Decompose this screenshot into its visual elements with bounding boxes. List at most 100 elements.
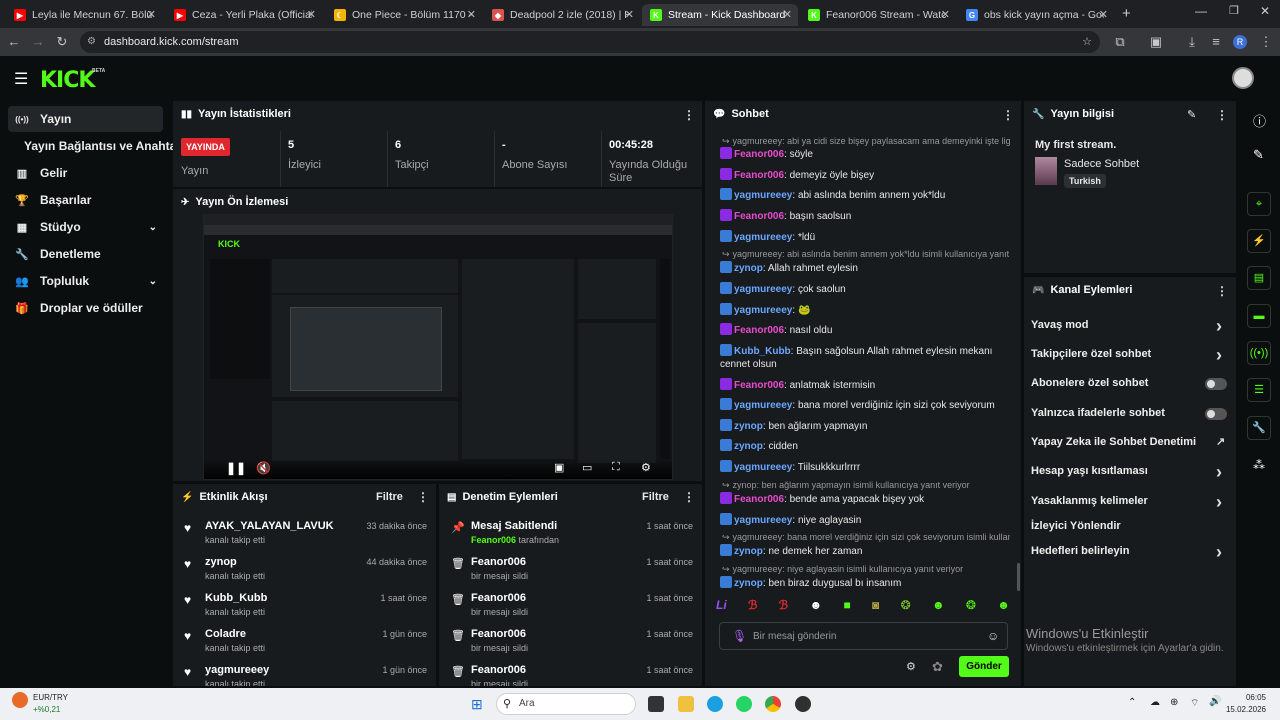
url-input[interactable]: ⚙ dashboard.kick.com/stream ☆ — [80, 31, 1100, 53]
browser-tab[interactable]: Gobs kick yayın açma - Google'd✕ — [958, 4, 1114, 26]
pencil-icon[interactable]: ✎ — [1253, 147, 1264, 163]
sidebar-item[interactable]: ▦ Stüdyo ⌄ — [8, 214, 163, 240]
sidebar-item[interactable]: ((•)) Yayın — [8, 106, 163, 132]
emote-icon[interactable]: ℬ — [748, 598, 757, 616]
chat-username[interactable]: Kubb_Kubb — [734, 346, 791, 357]
chat-username[interactable]: Feanor006 — [734, 170, 784, 181]
broadcast-tool-icon[interactable]: ((•)) — [1247, 341, 1271, 365]
sidebar-item[interactable]: 🏆 Başarılar — [8, 187, 163, 213]
chat-tool-icon[interactable]: ▬ — [1247, 304, 1271, 328]
browser-tab[interactable]: K Stream - Kick Dashboard ✕ — [642, 4, 798, 26]
wifi-icon[interactable]: ⌔ — [1190, 697, 1199, 710]
chat-input[interactable]: 🎙 Bir mesaj gönderin ☺ — [719, 622, 1008, 650]
stream-info-menu-icon[interactable]: ⋮ — [1216, 108, 1228, 122]
lightning-tool-icon[interactable]: ⚡ — [1247, 229, 1271, 253]
chat-username[interactable]: yagmureeey — [734, 232, 792, 243]
whatsapp-icon[interactable] — [736, 696, 752, 712]
info-icon[interactable]: ⓘ — [1253, 111, 1266, 130]
chat-message[interactable]: yagmureeey: bana morel verdiğiniz için s… — [720, 398, 1010, 412]
emote-icon[interactable]: ℬ — [779, 598, 788, 616]
edge-icon[interactable] — [707, 696, 723, 712]
chat-message[interactable]: Feanor006: başın saolsun — [720, 209, 1010, 223]
chat-username[interactable]: zynop — [734, 263, 763, 274]
chat-username[interactable]: Feanor006 — [734, 494, 784, 505]
taskbar-search[interactable]: ⚲ Ara — [496, 693, 636, 715]
profile-avatar[interactable]: R — [1233, 35, 1247, 49]
tab-close-icon[interactable]: ✕ — [941, 8, 950, 21]
maximize-button[interactable]: ❐ — [1229, 4, 1239, 17]
settings-gear-icon[interactable]: ⚙ — [641, 461, 651, 474]
clock-date[interactable]: 15.02.2026 — [1214, 705, 1266, 714]
tab-close-icon[interactable]: ✕ — [1099, 8, 1108, 21]
chat-message[interactable]: Feanor006: nasıl oldu — [720, 323, 1010, 337]
chat-username[interactable]: Feanor006 — [734, 149, 784, 160]
chat-username[interactable]: zynop — [734, 441, 763, 452]
task-view-icon[interactable] — [648, 696, 664, 712]
onedrive-icon[interactable]: ⊕ — [1170, 697, 1178, 708]
chat-username[interactable]: zynop — [734, 421, 763, 432]
chat-message[interactable]: zynop: ben biraz duygusal bı insanım — [720, 576, 1010, 590]
tools-icon[interactable]: ⁂ — [1253, 458, 1265, 472]
clock-time[interactable]: 06:05 — [1224, 693, 1266, 702]
browser-tab[interactable]: ▶ Leyla ile Mecnun 67. Bölüm - Y✕ — [6, 4, 162, 26]
chat-username[interactable]: yagmureeey — [734, 515, 792, 526]
network-icon[interactable]: ☁ — [1150, 697, 1160, 708]
chat-message[interactable]: zynop: cidden — [720, 439, 1010, 453]
chevron-right-icon[interactable]: › — [1216, 462, 1222, 483]
pip-icon[interactable]: ▣ — [554, 461, 564, 474]
chat-message[interactable]: zynop: Allah rahmet eylesin — [720, 261, 1010, 275]
chat-username[interactable]: zynop — [734, 578, 763, 589]
sidebar-item[interactable]: 🎁 Droplar ve ödüller — [8, 295, 163, 321]
camera-focus-icon[interactable]: ⌖ — [1247, 192, 1271, 216]
tab-close-icon[interactable]: ✕ — [625, 8, 634, 21]
moderation-menu-icon[interactable]: ⋮ — [683, 490, 695, 504]
sidebar-item[interactable]: 👥 Topluluk ⌄ — [8, 268, 163, 294]
chat-username[interactable]: yagmureeey — [734, 462, 792, 473]
chat-bot-icon[interactable]: ✿ — [932, 659, 943, 675]
chat-username[interactable]: yagmureeey — [734, 284, 792, 295]
browser-menu-icon[interactable]: ⋮ — [1256, 32, 1276, 52]
microphone-icon[interactable]: 🎙 — [732, 629, 747, 643]
edit-pencil-icon[interactable]: ✎ — [1187, 108, 1196, 121]
toggle-switch[interactable] — [1205, 408, 1227, 420]
sidepanel-icon[interactable]: ▣ — [1146, 32, 1166, 52]
chat-scrollbar[interactable] — [1017, 563, 1020, 591]
start-menu-icon[interactable]: ⊞ — [471, 696, 483, 713]
channel-actions-menu-icon[interactable]: ⋮ — [1216, 284, 1228, 298]
emote-icon[interactable]: ◙ — [872, 598, 879, 616]
chat-message[interactable]: Feanor006: anlatmak istermisin — [720, 378, 1010, 392]
tab-close-icon[interactable]: ✕ — [467, 8, 476, 21]
close-window-button[interactable]: ✕ — [1260, 4, 1270, 18]
file-explorer-icon[interactable] — [678, 696, 694, 712]
back-icon[interactable]: ← — [4, 32, 24, 52]
chat-message[interactable]: Kubb_Kubb: Başın sağolsun Allah rahmet e… — [720, 344, 1010, 371]
chat-message[interactable]: zynop: ben ağlarım yapmayın — [720, 419, 1010, 433]
obs-icon[interactable] — [795, 696, 811, 712]
browser-tab[interactable]: ▶ Ceza - Yerli Plaka (Official V ✕ — [166, 4, 322, 26]
chat-message[interactable]: Feanor006: bende ama yapacak bişey yok — [720, 492, 1010, 506]
browser-tab[interactable]: K Feanor006 Stream - Watch Live✕ — [800, 4, 956, 26]
chevron-right-icon[interactable]: › — [1216, 492, 1222, 513]
new-tab-button[interactable]: + — [1122, 5, 1131, 22]
sidebar-item[interactable]: 🔧 Denetleme — [8, 241, 163, 267]
layers-icon[interactable]: ☰ — [1247, 378, 1271, 402]
chat-username[interactable]: yagmureeey — [734, 190, 792, 201]
sidebar-item[interactable]: Yayın Bağlantısı ve Anahtarı — [18, 133, 184, 159]
tab-close-icon[interactable]: ✕ — [147, 8, 156, 21]
chat-username[interactable]: yagmureeey — [734, 305, 792, 316]
chat-message[interactable]: zynop: ne demek her zaman — [720, 544, 1010, 558]
wrench-tool-icon[interactable]: 🔧 — [1247, 416, 1271, 440]
tab-close-icon[interactable]: ✕ — [783, 8, 792, 21]
pause-icon[interactable]: ❚❚ — [226, 461, 246, 475]
chat-message[interactable]: yagmureeey: *ldü — [720, 230, 1010, 244]
chevron-right-icon[interactable]: › — [1216, 345, 1222, 366]
tab-close-icon[interactable]: ✕ — [307, 8, 316, 21]
emote-icon[interactable]: ■ — [843, 598, 850, 616]
mute-icon[interactable]: 🔇 — [256, 461, 271, 475]
chat-message[interactable]: Feanor006: söyle — [720, 147, 1010, 161]
chat-message[interactable]: yagmureeey: niye aglayasin — [720, 513, 1010, 527]
ticker-label[interactable]: EUR/TRY — [33, 693, 68, 702]
emote-icon[interactable]: ❂ — [966, 598, 976, 616]
tray-expand-icon[interactable]: ⌃ — [1128, 697, 1136, 708]
emote-icon[interactable]: ☻ — [997, 598, 1010, 616]
